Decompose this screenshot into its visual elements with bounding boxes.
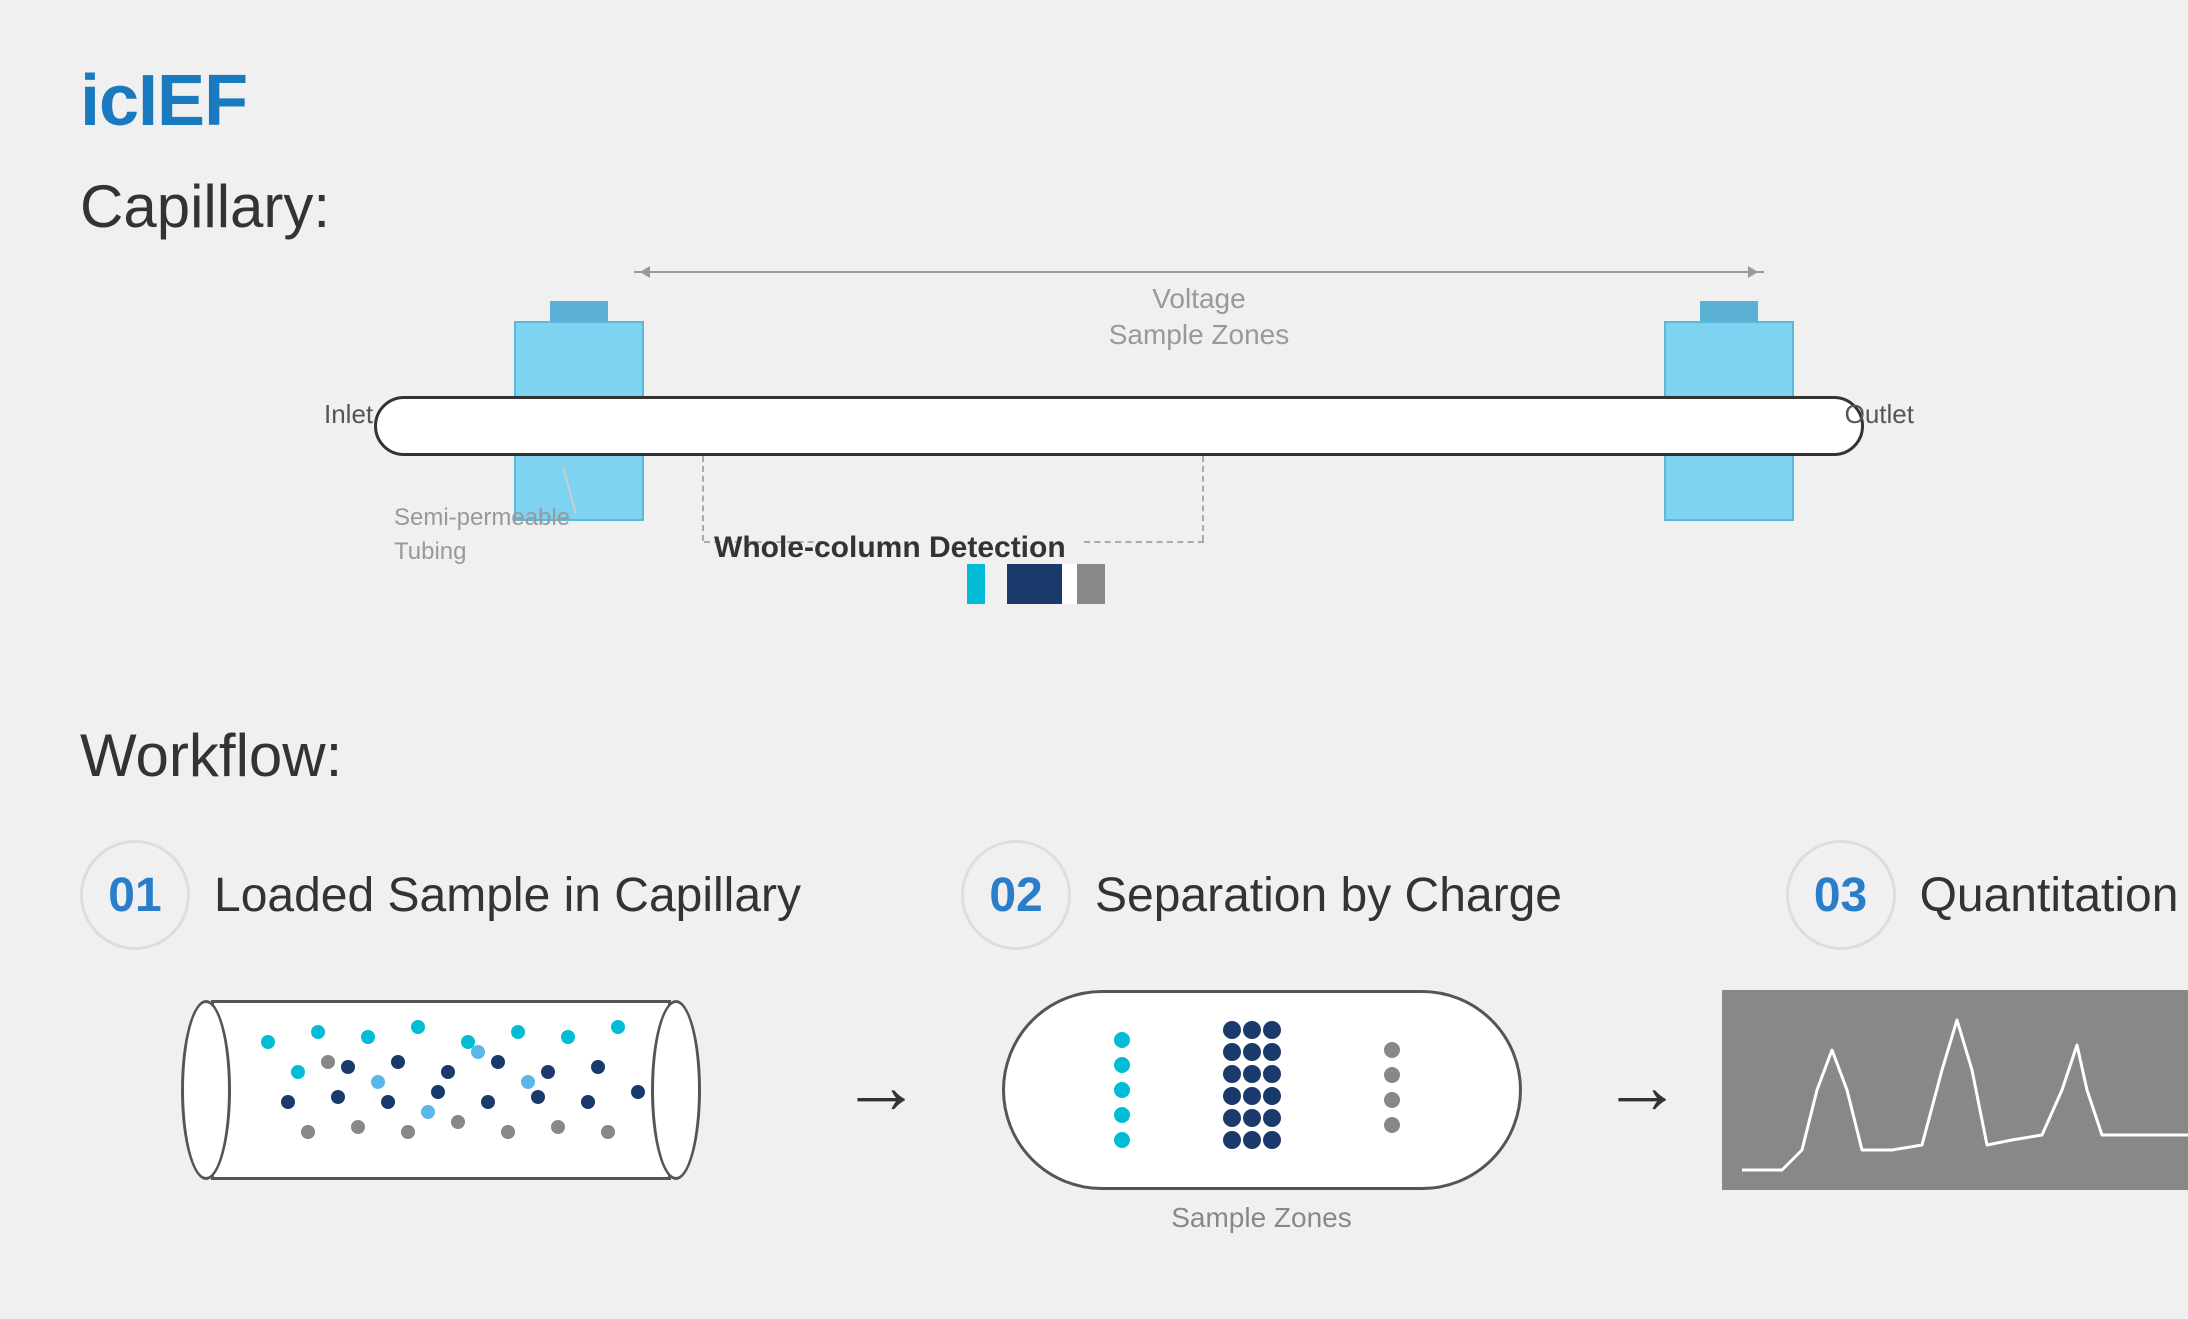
step1-right-cap [651,1000,701,1180]
voltage-text: VoltageSample Zones [1109,281,1290,354]
capillary-title: Capillary: [80,173,330,240]
step3-label: Quantitation [1920,868,2179,923]
step1-dot [391,1055,405,1069]
sample-zone-white [1062,564,1077,604]
sample-zone-gray [1077,564,1105,604]
step1-dot [341,1060,355,1074]
step1-dot [351,1120,365,1134]
step1-dot [261,1035,275,1049]
dashed-line-left [702,456,704,541]
step1-dot [491,1055,505,1069]
step1-dot [561,1030,575,1044]
voltage-arrow [634,271,1764,273]
step1-dot [321,1055,335,1069]
step3-graph [1722,990,2188,1190]
arrow-1: → [801,840,961,1132]
step1-dot [511,1025,525,1039]
arrow-2: → [1562,840,1722,1132]
step2-number: 02 [961,840,1071,950]
sample-zone-navy [1007,564,1062,604]
step1-dot [401,1125,415,1139]
dashed-line-right [1202,456,1204,541]
step1-dot [451,1115,465,1129]
step1-dot [311,1025,325,1039]
capillary-tube [374,396,1864,456]
step1-cylinder [181,990,701,1190]
step1-dot [551,1120,565,1134]
workflow-step-2: 02 Separation by Charge [961,840,1562,1234]
capillary-diagram: VoltageSample Zones OH- H+ Inlet Outlet … [294,241,1894,641]
step1-dot [521,1075,535,1089]
inlet-label: Inlet [324,399,373,430]
step1-dot [471,1045,485,1059]
step1-dot [331,1090,345,1104]
step1-dot [501,1125,515,1139]
semi-permeable-label: Semi-permeableTubing [394,501,570,568]
voltage-label: VoltageSample Zones [634,271,1764,354]
step1-dot [531,1090,545,1104]
step2-label: Separation by Charge [1095,868,1562,923]
step1-dot [371,1075,385,1089]
step1-dot [541,1065,555,1079]
step1-left-cap [181,1000,231,1180]
step1-dot [611,1020,625,1034]
workflow-step-3: 03 Quantitation [1722,840,2188,1190]
step1-header: 01 Loaded Sample in Capillary [80,840,801,950]
step1-dot [381,1095,395,1109]
step1-dots [231,1005,651,1175]
brand-title: icIEF [80,60,2108,142]
step1-dot [441,1065,455,1079]
workflow-step-1: 01 Loaded Sample in Capillary [80,840,801,1190]
step1-dot [481,1095,495,1109]
step1-dot [601,1125,615,1139]
step1-dot [411,1020,425,1034]
workflow-steps: 01 Loaded Sample in Capillary → 02 Separ… [80,840,2108,1234]
step2-dots-svg [1002,990,1522,1190]
step1-dot [581,1095,595,1109]
step1-dot [281,1095,295,1109]
step1-dot [591,1060,605,1074]
step1-dot [631,1085,645,1099]
step3-number: 03 [1786,840,1896,950]
step1-dot [431,1085,445,1099]
step1-label: Loaded Sample in Capillary [214,868,801,923]
step2-sublabel: Sample Zones [1171,1202,1352,1234]
step1-number: 01 [80,840,190,950]
step1-dot [421,1105,435,1119]
whole-column-detection-label: Whole-column Detection [714,531,1066,565]
step1-dot [291,1065,305,1079]
step1-dot [361,1030,375,1044]
step3-header: 03 Quantitation [1786,840,2179,950]
capillary-section: Capillary: VoltageSample Zones OH- H+ In… [80,172,2108,641]
workflow-section: Workflow: 01 Loaded Sample in Capillary … [80,721,2108,1234]
step2-cylinder [1002,990,1522,1190]
step1-dot [301,1125,315,1139]
sample-zone-cyan [967,564,985,604]
chromatogram-svg [1722,990,2188,1190]
outlet-label: Outlet [1845,399,1914,430]
dashed-horiz-right [1084,541,1204,543]
step2-header: 02 Separation by Charge [961,840,1562,950]
workflow-title: Workflow: [80,721,2108,790]
